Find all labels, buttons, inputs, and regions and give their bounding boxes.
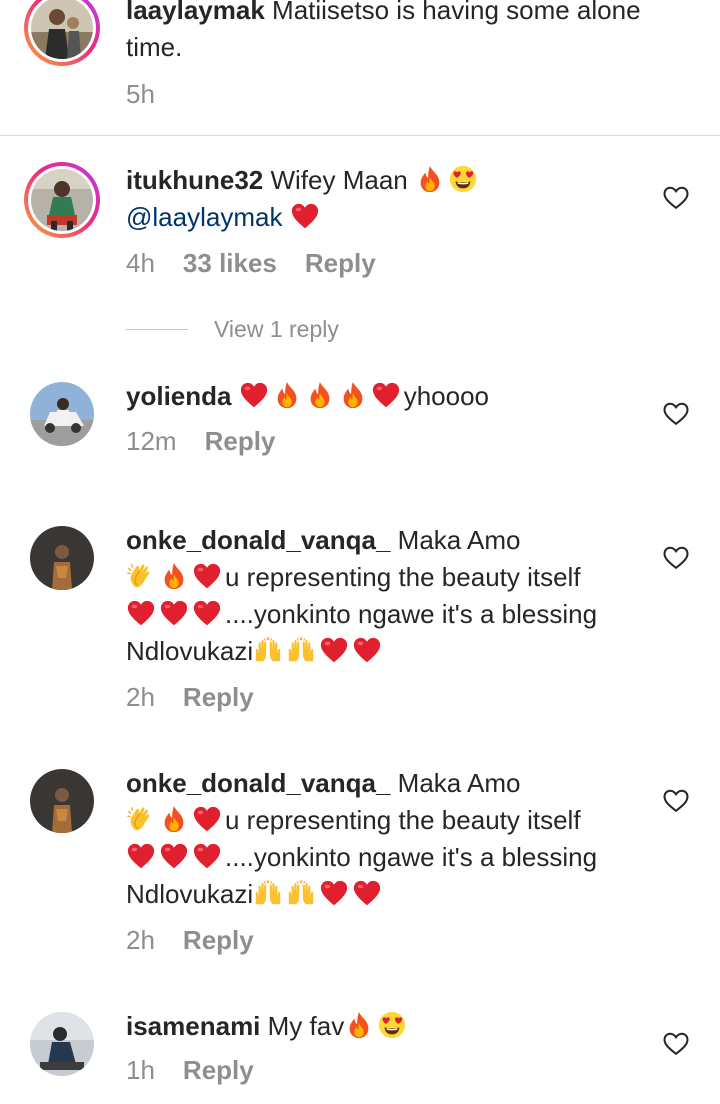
username[interactable]: yolienda [126, 381, 231, 411]
comment-text: onke_donald_vanqa_ Maka Amo u representi… [126, 765, 656, 913]
reply-thread-line [126, 329, 188, 330]
comment-text: yolienda yhoooo [126, 378, 656, 415]
avatar[interactable] [30, 526, 94, 590]
clapping-hands-emoji [126, 804, 156, 834]
view-replies-label[interactable]: View 1 reply [214, 316, 339, 343]
comment-text: onke_donald_vanqa_ Maka Amo u representi… [126, 522, 656, 670]
like-heart-icon[interactable] [663, 186, 689, 210]
fire-emoji [159, 804, 189, 834]
timestamp: 12m [126, 426, 177, 456]
username[interactable]: isamenami [126, 1011, 260, 1041]
comment-meta: 12m Reply [126, 426, 303, 457]
reply-button[interactable]: Reply [183, 925, 254, 955]
comment-body: yhoooo [403, 381, 490, 411]
divider [0, 135, 720, 136]
timestamp: 1h [126, 1055, 155, 1085]
timestamp: 2h [126, 925, 155, 955]
red-heart-emoji [159, 841, 189, 871]
avatar[interactable] [30, 1012, 94, 1076]
reply-button[interactable]: Reply [183, 682, 254, 712]
red-heart-emoji [352, 878, 382, 908]
fire-emoji [305, 380, 335, 410]
avatar[interactable] [24, 162, 100, 238]
comment-text: itukhune32 Wifey Maan @laaylaymak [126, 162, 656, 236]
comment-meta: 1h Reply [126, 1055, 282, 1086]
timestamp: 4h [126, 248, 155, 278]
fire-emoji [159, 561, 189, 591]
clapping-hands-emoji [126, 561, 156, 591]
avatar[interactable] [30, 382, 94, 446]
username[interactable]: onke_donald_vanqa_ [126, 525, 390, 555]
username[interactable]: itukhune32 [126, 165, 263, 195]
red-heart-emoji [192, 804, 222, 834]
likes-count[interactable]: 33 likes [183, 248, 277, 278]
comment-body-line-3: ....yonkinto ngawe it's a blessing [225, 842, 598, 872]
comment-meta: 2h Reply [126, 682, 282, 713]
comment-meta: 5h [126, 79, 183, 110]
username[interactable]: laaylaymak [126, 0, 265, 25]
red-heart-emoji [126, 841, 156, 871]
raised-hands-emoji [253, 878, 283, 908]
red-heart-emoji [239, 380, 269, 410]
comment-body-line-4: Ndlovukazi [126, 636, 254, 666]
heart-eyes-emoji [377, 1010, 407, 1040]
red-heart-emoji [319, 878, 349, 908]
like-heart-icon[interactable] [663, 402, 689, 426]
comment-body-line-1: Maka Amo [397, 768, 521, 798]
red-heart-emoji [159, 598, 189, 628]
timestamp: 5h [126, 79, 155, 109]
red-heart-emoji [319, 635, 349, 665]
comment-meta: 4h 33 likes Reply [126, 248, 404, 279]
reply-button[interactable]: Reply [305, 248, 376, 278]
red-heart-emoji [126, 598, 156, 628]
raised-hands-emoji [286, 635, 316, 665]
avatar[interactable] [24, 0, 100, 66]
raised-hands-emoji [286, 878, 316, 908]
heart-eyes-emoji [448, 164, 478, 194]
fire-emoji [338, 380, 368, 410]
comment-meta: 2h Reply [126, 925, 282, 956]
reply-button[interactable]: Reply [183, 1055, 254, 1085]
like-heart-icon[interactable] [663, 1032, 689, 1056]
avatar[interactable] [30, 769, 94, 833]
red-heart-emoji [290, 201, 320, 231]
fire-emoji [272, 380, 302, 410]
comment-body-line-4: Ndlovukazi [126, 879, 254, 909]
red-heart-emoji [371, 380, 401, 410]
comment-text: laaylaymak Matiisetso is having some alo… [126, 0, 656, 66]
reply-button[interactable]: Reply [205, 426, 276, 456]
fire-emoji [344, 1010, 374, 1040]
red-heart-emoji [192, 841, 222, 871]
raised-hands-emoji [253, 635, 283, 665]
fire-emoji [415, 164, 445, 194]
comment-body: Wifey Maan [270, 165, 408, 195]
red-heart-emoji [192, 561, 222, 591]
comment-body-line-2: u representing the beauty itself [225, 805, 581, 835]
comment-body-line-2: u representing the beauty itself [225, 562, 581, 592]
comment-body-line-1: Maka Amo [397, 525, 521, 555]
comment-body-line-3: ....yonkinto ngawe it's a blessing [225, 599, 598, 629]
mention-link[interactable]: @laaylaymak [126, 202, 282, 232]
username[interactable]: onke_donald_vanqa_ [126, 768, 390, 798]
like-heart-icon[interactable] [663, 789, 689, 813]
like-heart-icon[interactable] [663, 546, 689, 570]
comment-body: My fav [267, 1011, 345, 1041]
timestamp: 2h [126, 682, 155, 712]
red-heart-emoji [192, 598, 222, 628]
red-heart-emoji [352, 635, 382, 665]
comment-text: isamenami My fav [126, 1008, 656, 1045]
